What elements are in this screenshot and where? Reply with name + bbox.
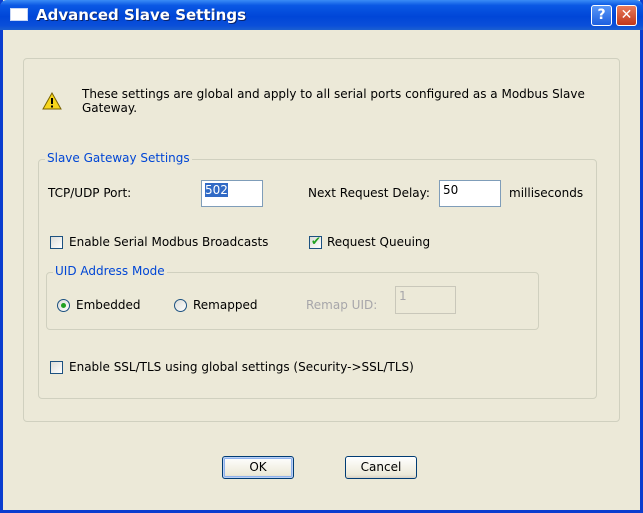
next-request-delay-label: Next Request Delay: [308,186,430,200]
slave-gateway-legend: Slave Gateway Settings [45,151,192,165]
tcp-udp-port-input[interactable]: 502 [201,180,263,207]
request-queuing-label[interactable]: Request Queuing [327,235,430,249]
tcp-udp-port-label: TCP/UDP Port: [48,186,132,200]
window-title: Advanced Slave Settings [36,6,246,24]
enable-ssl-checkbox[interactable] [50,361,63,374]
delay-unit-label: milliseconds [509,186,584,200]
cancel-button[interactable]: Cancel [345,456,417,479]
help-button[interactable]: ? [591,5,612,26]
next-request-delay-input[interactable]: 50 [439,180,501,207]
notice-text: These settings are global and apply to a… [82,87,585,115]
ok-button[interactable]: OK [222,456,294,479]
radio-selected-dot [61,303,66,308]
embedded-radio[interactable] [57,299,70,312]
remapped-radio[interactable] [174,299,187,312]
enable-ssl-label[interactable]: Enable SSL/TLS using global settings (Se… [69,360,414,374]
uid-address-mode-legend: UID Address Mode [53,264,167,278]
warning-icon [42,92,62,110]
close-button[interactable]: ✕ [616,5,637,26]
remap-uid-label: Remap UID: [306,298,378,312]
enable-broadcasts-label[interactable]: Enable Serial Modbus Broadcasts [69,235,268,249]
title-bar[interactable]: Advanced Slave Settings ? ✕ [0,0,643,30]
tcp-udp-port-value: 502 [205,183,228,197]
remap-uid-input[interactable]: 1 [395,286,456,314]
remapped-label[interactable]: Remapped [193,298,257,312]
embedded-label[interactable]: Embedded [76,298,141,312]
request-queuing-checkbox[interactable]: ✔ [309,234,322,249]
enable-broadcasts-checkbox[interactable] [50,236,63,249]
check-mark-icon: ✔ [311,234,322,248]
window-icon [10,8,28,21]
